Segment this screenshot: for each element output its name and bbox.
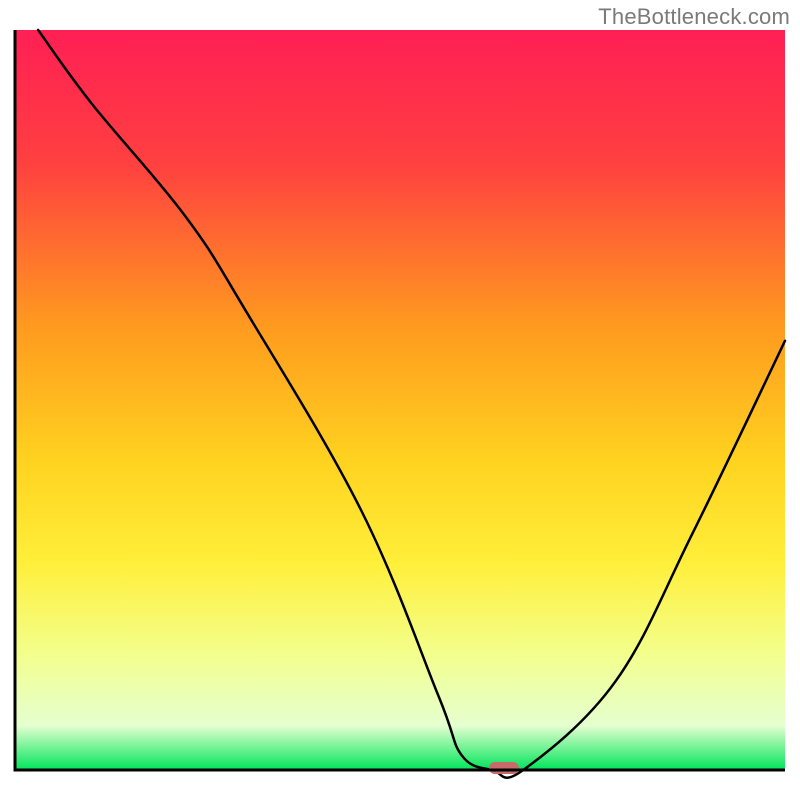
plot-background: [15, 30, 785, 770]
chart-stage: TheBottleneck.com: [0, 0, 800, 800]
chart-svg: [0, 0, 800, 800]
optimum-marker: [489, 762, 519, 774]
